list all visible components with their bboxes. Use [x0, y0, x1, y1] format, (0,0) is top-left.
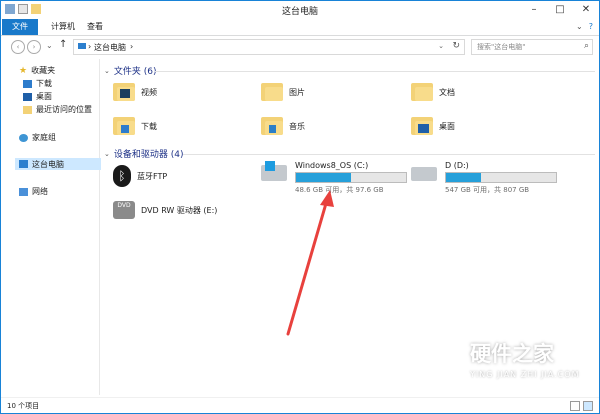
watermark-logo-icon — [431, 338, 463, 372]
watermark-brand: 硬件之家 — [470, 342, 554, 366]
watermark: 硬件之家 YING JIAN ZHI JIA.COM — [428, 330, 596, 390]
watermark-url: YING JIAN ZHI JIA.COM — [470, 370, 580, 379]
